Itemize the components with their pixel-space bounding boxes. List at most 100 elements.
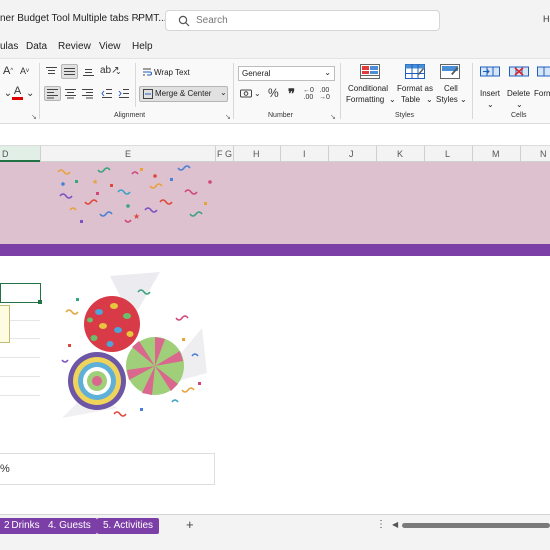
align-left-icon <box>47 89 58 99</box>
column-header-n[interactable]: N <box>540 149 547 159</box>
delete-cells-button[interactable]: Delete ⌄ <box>505 62 533 109</box>
accent-bar <box>0 244 550 256</box>
sheet-tab-guests[interactable]: 4. Guests <box>42 518 97 534</box>
tab-view[interactable]: View <box>99 41 121 52</box>
format-as-table-icon <box>405 64 425 79</box>
percent-value: % <box>0 463 10 475</box>
dialog-launcher-icon[interactable]: ↘ <box>330 113 336 121</box>
horizontal-scrollbar[interactable] <box>402 523 550 528</box>
gridline <box>0 357 40 358</box>
format-as-table-button[interactable]: Format as Table ⌄ <box>397 62 437 108</box>
increase-decimal-button[interactable]: ←0.00 <box>303 87 314 101</box>
gridline <box>0 376 40 377</box>
cell-styles-button[interactable]: Cell Styles ⌄ <box>434 62 467 108</box>
formula-bar[interactable] <box>0 124 550 146</box>
chevron-down-icon[interactable]: ⌄ <box>115 67 122 76</box>
column-header-k[interactable]: K <box>397 149 403 159</box>
increase-indent-icon[interactable] <box>118 88 130 99</box>
alignment-group-label: Alignment <box>114 112 146 119</box>
column-header-g[interactable]: G <box>225 149 232 159</box>
delete-cells-label: Delete <box>507 89 531 98</box>
decrease-indent-icon[interactable] <box>101 88 113 99</box>
column-header-l[interactable]: L <box>445 149 450 159</box>
chevron-down-icon: ⌄ <box>460 95 467 104</box>
search-box[interactable]: Search <box>165 10 440 31</box>
dialog-launcher-icon[interactable]: ↘ <box>225 113 231 121</box>
group-divider <box>472 63 473 119</box>
conditional-formatting-label: Formatting <box>346 95 385 104</box>
note-comment-box[interactable] <box>0 305 10 343</box>
tab-help[interactable]: Help <box>132 41 153 52</box>
add-sheet-button[interactable]: + <box>186 517 194 532</box>
search-placeholder: Search <box>196 15 228 26</box>
group-divider <box>135 63 136 107</box>
column-headers: D E F G H I J K L M N <box>0 146 550 162</box>
column-header-f[interactable]: F <box>217 149 223 159</box>
chevron-down-icon[interactable]: ⌄ <box>134 12 142 23</box>
sheet-tab-drinks[interactable]: 2 Drinks <box>0 518 46 534</box>
group-divider <box>233 63 234 119</box>
percent-style-button[interactable]: % <box>268 86 279 100</box>
gridline <box>0 395 40 396</box>
align-top-icon[interactable] <box>45 66 58 77</box>
chevron-down-icon: ⌄ <box>324 68 331 77</box>
group-divider <box>39 63 40 119</box>
delete-cells-icon <box>509 66 529 77</box>
format-cells-label: Form <box>534 89 550 98</box>
chevron-down-icon[interactable]: ⌄ <box>26 88 34 99</box>
align-right-icon[interactable] <box>81 88 94 99</box>
shrink-font-button[interactable]: Av <box>20 66 29 76</box>
conditional-formatting-icon <box>360 64 380 79</box>
merge-center-button[interactable]: Merge & Center ⌄ <box>139 86 228 102</box>
chevron-down-icon[interactable]: ⌄ <box>254 89 261 98</box>
tab-formulas[interactable]: ulas <box>0 41 18 52</box>
confetti-decoration: ★ ★ <box>57 165 212 223</box>
decrease-decimal-button[interactable]: .00 →0 <box>319 87 330 101</box>
align-bottom-icon[interactable] <box>82 66 95 77</box>
cell-styles-label: Styles <box>436 95 458 104</box>
chevron-down-icon[interactable]: ⌄ <box>220 88 227 97</box>
column-header-i[interactable]: I <box>303 149 306 159</box>
svg-text:★: ★ <box>92 178 98 186</box>
group-divider <box>340 63 341 119</box>
conditional-formatting-label: Conditional <box>348 84 389 93</box>
document-title[interactable]: ner Budget Tool Multiple tabs PPMT... <box>0 13 167 24</box>
column-header-m[interactable]: M <box>492 149 500 159</box>
wrap-text-button[interactable]: Wrap Text <box>142 67 190 78</box>
sheet-tab-activities[interactable]: 5. Activities <box>97 518 160 534</box>
title-bar: ner Budget Tool Multiple tabs PPMT... ⌄ … <box>0 0 550 38</box>
tab-review[interactable]: Review <box>58 41 91 52</box>
align-left-button[interactable] <box>44 86 61 101</box>
grow-font-button[interactable]: A ^ <box>3 65 13 77</box>
format-cells-button[interactable]: Form <box>533 62 550 108</box>
chevron-down-icon: ⌄ <box>389 95 396 104</box>
summary-box <box>0 453 215 485</box>
accounting-format-icon[interactable] <box>240 88 252 99</box>
chevron-down-icon: ⌄ <box>516 100 523 109</box>
column-header-e[interactable]: E <box>125 149 131 159</box>
align-middle-button[interactable] <box>61 64 78 79</box>
conditional-formatting-button[interactable]: Conditional Formatting ⌄ <box>346 62 396 108</box>
dialog-launcher-icon[interactable]: ↘ <box>31 113 37 121</box>
number-group-label: Number <box>268 112 293 119</box>
more-options-icon[interactable]: ⋮ <box>376 519 386 530</box>
wrap-text-icon <box>143 68 152 76</box>
number-format-select[interactable]: General ⌄ <box>238 66 335 81</box>
comma-style-button[interactable]: ❞ <box>288 86 295 102</box>
party-hats-image <box>61 272 207 418</box>
number-format-value: General <box>242 69 271 78</box>
account-initial[interactable]: H <box>543 14 550 24</box>
align-center-icon[interactable] <box>64 88 77 99</box>
wrap-text-label: Wrap Text <box>154 68 190 77</box>
fill-handle[interactable] <box>38 300 42 304</box>
scroll-left-icon[interactable]: ◀ <box>392 520 398 529</box>
selected-cell[interactable] <box>0 283 41 303</box>
font-color-button[interactable]: A <box>12 86 23 100</box>
tab-data[interactable]: Data <box>26 41 47 52</box>
column-header-d[interactable]: D <box>2 149 9 159</box>
insert-cells-icon <box>480 66 500 77</box>
column-header-j[interactable]: J <box>349 149 354 159</box>
insert-cells-button[interactable]: Insert ⌄ <box>477 62 505 109</box>
styles-group-label: Styles <box>395 112 415 119</box>
column-header-h[interactable]: H <box>253 149 260 159</box>
